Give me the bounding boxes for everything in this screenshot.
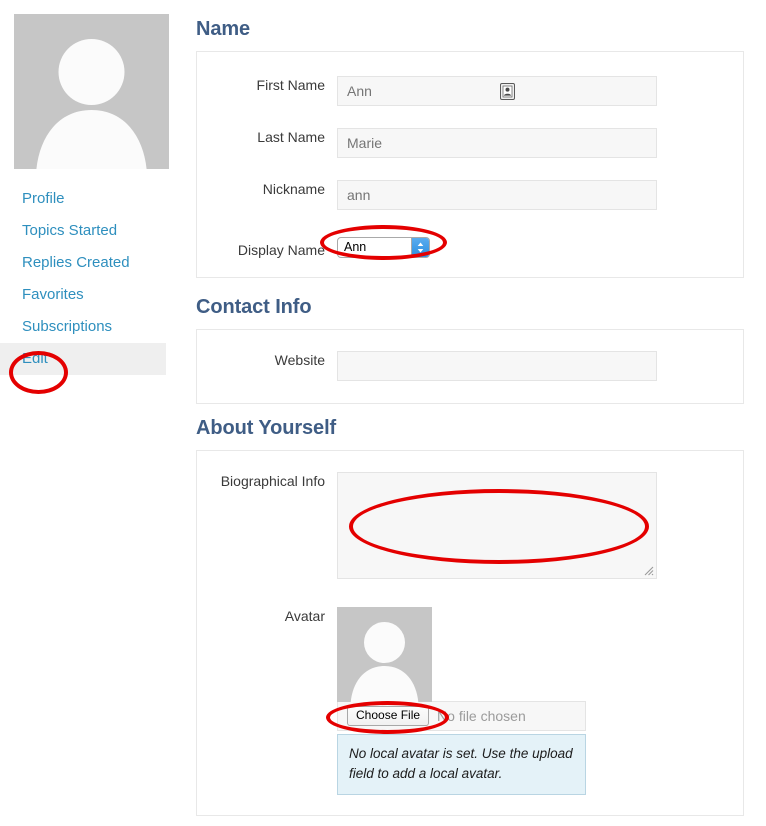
textarea-resize-grip-icon[interactable] — [642, 564, 654, 576]
first-name-input[interactable] — [337, 76, 657, 106]
sidebar-item-topics-started[interactable]: Topics Started — [0, 215, 190, 247]
sidebar-item-label: Topics Started — [22, 222, 118, 239]
field-row-first-name: First Name — [197, 76, 743, 106]
sidebar-avatar — [14, 14, 169, 169]
first-name-control — [337, 76, 743, 106]
last-name-control — [337, 128, 743, 158]
website-input[interactable] — [337, 351, 657, 381]
display-name-select[interactable]: Ann — [337, 237, 430, 258]
sidebar-item-edit[interactable]: Edit — [0, 343, 166, 375]
field-row-nickname: Nickname — [197, 180, 743, 210]
biographical-info-label: Biographical Info — [220, 473, 325, 489]
no-file-chosen-text: No file chosen — [437, 708, 526, 724]
nickname-control — [337, 180, 743, 210]
biographical-info-control — [337, 472, 743, 579]
field-row-biographical-info: Biographical Info — [197, 472, 743, 579]
autofill-contact-card-icon[interactable] — [500, 83, 515, 100]
chevron-updown-icon[interactable] — [411, 238, 429, 257]
sidebar-item-label: Favorites — [22, 286, 84, 303]
default-user-avatar-icon — [337, 607, 432, 702]
sidebar: Profile Topics Started Replies Created F… — [0, 0, 190, 826]
field-row-last-name: Last Name — [197, 128, 743, 158]
avatar-notice-text: No local avatar is set. Use the upload f… — [349, 746, 573, 781]
sidebar-item-subscriptions[interactable]: Subscriptions — [0, 311, 190, 343]
biographical-info-textarea[interactable] — [337, 472, 657, 579]
field-row-display-name: Display Name Ann — [197, 237, 743, 263]
avatar-label: Avatar — [284, 608, 325, 624]
last-name-input[interactable] — [337, 128, 657, 158]
sidebar-item-label: Replies Created — [22, 254, 130, 271]
website-control — [337, 351, 743, 381]
avatar-control: Choose File No file chosen No local avat… — [337, 607, 743, 795]
avatar-file-input-row[interactable]: Choose File No file chosen — [337, 701, 586, 731]
first-name-label: First Name — [256, 77, 325, 93]
current-avatar-image — [337, 607, 432, 702]
sidebar-item-favorites[interactable]: Favorites — [0, 279, 190, 311]
sidebar-item-label: Subscriptions — [22, 318, 113, 335]
section-title-contact-info: Contact Info — [196, 296, 312, 318]
display-name-label: Display Name — [237, 242, 325, 258]
about-yourself-panel: Biographical Info Avatar Choose File No … — [196, 450, 744, 816]
avatar-notice-box: No local avatar is set. Use the upload f… — [337, 734, 586, 795]
display-name-control: Ann — [337, 237, 743, 263]
contact-info-panel: Website — [196, 329, 744, 404]
display-name-selected-value: Ann — [344, 240, 367, 254]
last-name-label: Last Name — [257, 129, 325, 145]
profile-edit-page: Profile Topics Started Replies Created F… — [0, 0, 766, 826]
nickname-input[interactable] — [337, 180, 657, 210]
website-label: Website — [274, 352, 325, 368]
nickname-label: Nickname — [262, 181, 325, 197]
section-title-name: Name — [196, 18, 251, 40]
default-user-avatar-icon — [14, 14, 169, 169]
sidebar-nav: Profile Topics Started Replies Created F… — [0, 183, 190, 375]
sidebar-item-replies-created[interactable]: Replies Created — [0, 247, 190, 279]
choose-file-button[interactable]: Choose File — [347, 706, 430, 726]
name-panel: First Name Last Name — [196, 51, 744, 278]
sidebar-item-label: Edit — [22, 350, 48, 367]
field-row-website: Website — [197, 351, 743, 381]
sidebar-item-profile[interactable]: Profile — [0, 183, 190, 215]
sidebar-item-label: Profile — [22, 190, 65, 207]
field-row-avatar: Avatar Choose File No file chosen No loc… — [197, 607, 743, 795]
section-title-about-yourself: About Yourself — [196, 417, 337, 439]
